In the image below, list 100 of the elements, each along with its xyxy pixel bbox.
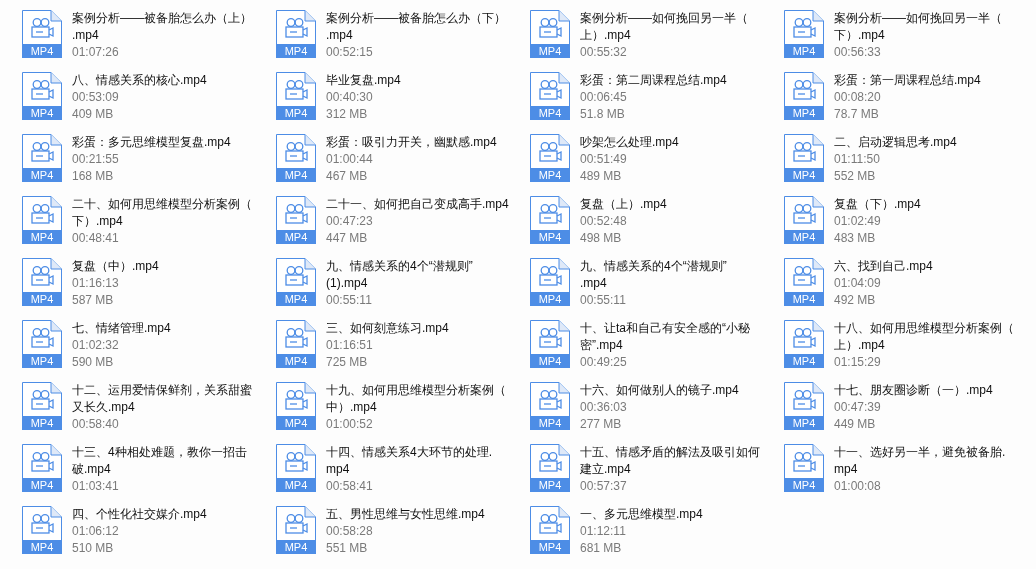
file-name: 二、启动逻辑思考.mp4 bbox=[834, 134, 957, 151]
file-type-label: MP4 bbox=[530, 354, 570, 368]
file-size: 312 MB bbox=[326, 106, 369, 123]
file-size: 510 MB bbox=[72, 540, 115, 557]
video-duration: 00:51:49 bbox=[580, 151, 628, 168]
video-duration: 00:52:15 bbox=[326, 44, 374, 61]
file-name: 九、情感关系的4个“潜规则” (1).mp4 bbox=[326, 258, 473, 292]
file-name: 十三、4种相处难题，教你一招击 破.mp4 bbox=[72, 444, 247, 478]
video-duration: 00:55:32 bbox=[580, 44, 628, 61]
file-size: 725 MB bbox=[326, 354, 369, 371]
file-name: 九、情感关系的4个“潜规则” .mp4 bbox=[580, 258, 727, 292]
file-type-label: MP4 bbox=[22, 106, 62, 120]
file-type-label: MP4 bbox=[784, 44, 824, 58]
video-duration: 01:16:51 bbox=[326, 337, 374, 354]
file-type-label: MP4 bbox=[784, 230, 824, 244]
file-item[interactable]: MP4 彩蛋：第二周课程总结.mp4 00:06:45 51.8 MB bbox=[530, 72, 784, 134]
file-item[interactable]: MP4 彩蛋：多元思维模型复盘.mp4 00:21:55 168 MB bbox=[22, 134, 276, 196]
file-name: 十五、情感矛盾的解法及吸引如何 建立.mp4 bbox=[580, 444, 760, 478]
file-item[interactable]: MP4 十、让ta和自己有安全感的“小秘 密”.mp4 00:49:25 bbox=[530, 320, 784, 382]
file-item[interactable]: MP4 十八、如何用思维模型分析案例（ 上）.mp4 01:15:29 bbox=[784, 320, 1036, 382]
file-size: 551 MB bbox=[326, 540, 369, 557]
file-size: 51.8 MB bbox=[580, 106, 626, 123]
video-duration: 00:47:39 bbox=[834, 399, 882, 416]
file-type-label: MP4 bbox=[22, 44, 62, 58]
file-item[interactable]: MP4 十一、选好另一半，避免被备胎. mp4 01:00:08 bbox=[784, 444, 1036, 506]
file-item[interactable]: MP4 案例分析——被备胎怎么办（下） .mp4 00:52:15 bbox=[276, 10, 530, 72]
file-name: 案例分析——被备胎怎么办（上） .mp4 bbox=[72, 10, 252, 44]
video-duration: 00:47:23 bbox=[326, 213, 374, 230]
file-type-label: MP4 bbox=[276, 168, 316, 182]
file-name: 吵架怎么处理.mp4 bbox=[580, 134, 679, 151]
video-duration: 00:57:37 bbox=[580, 478, 628, 495]
file-type-label: MP4 bbox=[530, 416, 570, 430]
file-item[interactable]: MP4 十二、运用爱情保鲜剂，关系甜蜜 又长久.mp4 00:58:40 bbox=[22, 382, 276, 444]
file-item[interactable]: MP4 五、男性思维与女性思维.mp4 00:58:28 551 MB bbox=[276, 506, 530, 568]
file-name: 十七、朋友圈诊断（一）.mp4 bbox=[834, 382, 993, 399]
file-name: 六、找到自己.mp4 bbox=[834, 258, 933, 275]
file-name: 彩蛋：第二周课程总结.mp4 bbox=[580, 72, 727, 89]
file-item[interactable]: MP4 吵架怎么处理.mp4 00:51:49 489 MB bbox=[530, 134, 784, 196]
file-name: 二十、如何用思维模型分析案例（ 下）.mp4 bbox=[72, 196, 252, 230]
video-duration: 01:04:09 bbox=[834, 275, 882, 292]
file-item[interactable]: MP4 十六、如何做别人的镜子.mp4 00:36:03 277 MB bbox=[530, 382, 784, 444]
file-item[interactable]: MP4 复盘（中）.mp4 01:16:13 587 MB bbox=[22, 258, 276, 320]
file-name: 十八、如何用思维模型分析案例（ 上）.mp4 bbox=[834, 320, 1014, 354]
video-duration: 00:48:41 bbox=[72, 230, 120, 247]
video-duration: 00:49:25 bbox=[580, 354, 628, 371]
file-size: 449 MB bbox=[834, 416, 877, 433]
video-duration: 00:53:09 bbox=[72, 89, 120, 106]
file-item[interactable]: MP4 一、多元思维模型.mp4 01:12:11 681 MB bbox=[530, 506, 784, 568]
file-type-label: MP4 bbox=[22, 292, 62, 306]
file-item[interactable]: MP4 彩蛋：吸引力开关，幽默感.mp4 01:00:44 467 MB bbox=[276, 134, 530, 196]
file-item[interactable]: MP4 复盘（下）.mp4 01:02:49 483 MB bbox=[784, 196, 1036, 258]
file-name: 彩蛋：多元思维模型复盘.mp4 bbox=[72, 134, 231, 151]
file-item[interactable]: MP4 彩蛋：第一周课程总结.mp4 00:08:20 78.7 MB bbox=[784, 72, 1036, 134]
video-duration: 01:03:41 bbox=[72, 478, 120, 495]
file-type-label: MP4 bbox=[22, 168, 62, 182]
file-size: 587 MB bbox=[72, 292, 115, 309]
file-item[interactable]: MP4 二十一、如何把自己变成高手.mp4 00:47:23 447 MB bbox=[276, 196, 530, 258]
file-item[interactable]: MP4 六、找到自己.mp4 01:04:09 492 MB bbox=[784, 258, 1036, 320]
file-size: 168 MB bbox=[72, 168, 115, 185]
file-name: 十二、运用爱情保鲜剂，关系甜蜜 又长久.mp4 bbox=[72, 382, 252, 416]
file-item[interactable]: MP4 七、情绪管理.mp4 01:02:32 590 MB bbox=[22, 320, 276, 382]
file-item[interactable]: MP4 十五、情感矛盾的解法及吸引如何 建立.mp4 00:57:37 bbox=[530, 444, 784, 506]
file-type-label: MP4 bbox=[530, 168, 570, 182]
file-item[interactable]: MP4 三、如何刻意练习.mp4 01:16:51 725 MB bbox=[276, 320, 530, 382]
file-type-label: MP4 bbox=[276, 416, 316, 430]
file-type-label: MP4 bbox=[784, 106, 824, 120]
file-type-label: MP4 bbox=[530, 478, 570, 492]
video-duration: 00:58:41 bbox=[326, 478, 374, 495]
video-duration: 00:06:45 bbox=[580, 89, 628, 106]
file-type-label: MP4 bbox=[22, 540, 62, 554]
file-item[interactable]: MP4 复盘（上）.mp4 00:52:48 498 MB bbox=[530, 196, 784, 258]
file-item[interactable]: MP4 案例分析——如何挽回另一半（ 上）.mp4 00:55:32 bbox=[530, 10, 784, 72]
file-name: 四、个性化社交媒介.mp4 bbox=[72, 506, 207, 523]
file-item[interactable]: MP4 二十、如何用思维模型分析案例（ 下）.mp4 00:48:41 bbox=[22, 196, 276, 258]
video-duration: 01:12:11 bbox=[580, 523, 627, 540]
file-item[interactable]: MP4 十三、4种相处难题，教你一招击 破.mp4 01:03:41 bbox=[22, 444, 276, 506]
file-item[interactable]: MP4 八、情感关系的核心.mp4 00:53:09 409 MB bbox=[22, 72, 276, 134]
file-item[interactable]: MP4 案例分析——被备胎怎么办（上） .mp4 01:07:26 bbox=[22, 10, 276, 72]
file-name: 三、如何刻意练习.mp4 bbox=[326, 320, 449, 337]
file-item[interactable]: MP4 二、启动逻辑思考.mp4 01:11:50 552 MB bbox=[784, 134, 1036, 196]
file-name: 八、情感关系的核心.mp4 bbox=[72, 72, 207, 89]
file-item[interactable]: MP4 九、情感关系的4个“潜规则” .mp4 00:55:11 bbox=[530, 258, 784, 320]
file-name: 一、多元思维模型.mp4 bbox=[580, 506, 703, 523]
file-name: 案例分析——被备胎怎么办（下） .mp4 bbox=[326, 10, 506, 44]
file-item[interactable]: MP4 毕业复盘.mp4 00:40:30 312 MB bbox=[276, 72, 530, 134]
file-type-label: MP4 bbox=[276, 44, 316, 58]
video-duration: 00:55:11 bbox=[326, 292, 373, 309]
file-name: 案例分析——如何挽回另一半（ 下）.mp4 bbox=[834, 10, 1002, 44]
file-type-label: MP4 bbox=[530, 44, 570, 58]
file-type-label: MP4 bbox=[22, 478, 62, 492]
file-type-label: MP4 bbox=[530, 230, 570, 244]
file-item[interactable]: MP4 十七、朋友圈诊断（一）.mp4 00:47:39 449 MB bbox=[784, 382, 1036, 444]
file-item[interactable]: MP4 九、情感关系的4个“潜规则” (1).mp4 00:55:11 bbox=[276, 258, 530, 320]
file-type-label: MP4 bbox=[276, 292, 316, 306]
file-item[interactable]: MP4 案例分析——如何挽回另一半（ 下）.mp4 00:56:33 bbox=[784, 10, 1036, 72]
file-item[interactable]: MP4 十九、如何用思维模型分析案例（ 中）.mp4 01:00:52 bbox=[276, 382, 530, 444]
video-duration: 00:58:40 bbox=[72, 416, 120, 433]
file-item[interactable]: MP4 十四、情感关系4大环节的处理. mp4 00:58:41 bbox=[276, 444, 530, 506]
video-duration: 01:06:12 bbox=[72, 523, 120, 540]
file-item[interactable]: MP4 四、个性化社交媒介.mp4 01:06:12 510 MB bbox=[22, 506, 276, 568]
